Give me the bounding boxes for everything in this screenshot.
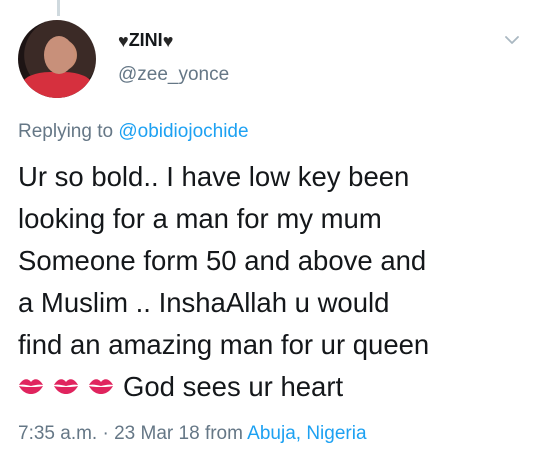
- location-link[interactable]: Abuja, Nigeria: [247, 423, 366, 444]
- tweet-text-line: a Muslim .. InshaAllah u would: [18, 287, 390, 318]
- from-label: from: [204, 423, 243, 444]
- tweet-timestamp[interactable]: 7:35 a.m. · 23 Mar 18: [18, 423, 200, 444]
- tweet-text-last-line: God sees ur heart: [18, 366, 533, 408]
- display-name-text: ZINI: [128, 30, 163, 50]
- kiss-mark-icon: [19, 379, 43, 394]
- username[interactable]: @zee_yonce: [118, 64, 229, 86]
- replying-to-line: Replying to @obidiojochide: [18, 121, 249, 143]
- tweet-text-line: Someone form 50 and above and: [18, 245, 427, 276]
- display-name[interactable]: ♥ ZINI ♥: [118, 30, 173, 51]
- replying-to-label: Replying to: [18, 121, 114, 142]
- black-heart-icon: ♥: [162, 30, 174, 51]
- mention-link[interactable]: @obidiojochide: [118, 121, 248, 142]
- tweet-meta: 7:35 a.m. · 23 Mar 18 from Abuja, Nigeri…: [18, 423, 367, 445]
- kiss-mark-icon: [54, 379, 78, 394]
- tweet-text: Ur so bold.. I have low key been looking…: [18, 156, 533, 408]
- tweet-text-line: find an amazing man for ur queen: [18, 329, 430, 360]
- tweet-text-line: Ur so bold.. I have low key been: [18, 161, 410, 192]
- thread-connector-line: [57, 0, 60, 16]
- kiss-mark-icon: [89, 379, 113, 394]
- tweet-text-line: looking for a man for my mum: [18, 203, 382, 234]
- chevron-down-icon[interactable]: [504, 32, 520, 48]
- tweet-text-closing: God sees ur heart: [123, 371, 344, 402]
- black-heart-icon: ♥: [118, 30, 129, 51]
- avatar[interactable]: [18, 20, 96, 98]
